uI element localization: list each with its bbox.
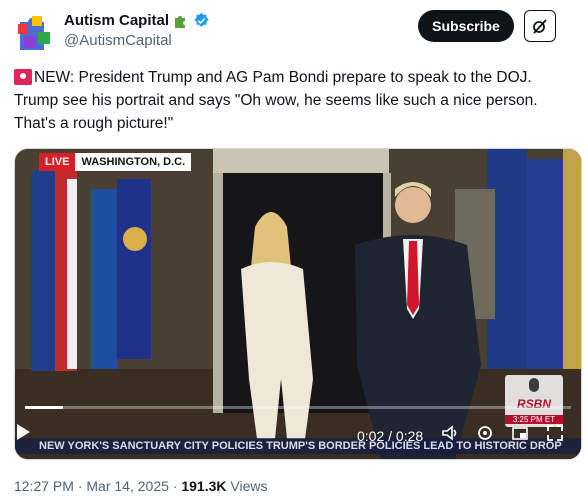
live-label: LIVE [39, 153, 76, 171]
tweet-text-line2: Trump see his portrait and says "Oh wow,… [14, 92, 538, 109]
play-icon[interactable] [15, 423, 31, 441]
tweet-meta: 12:27 PM · Mar 14, 2025 · 191.3K Views [14, 478, 267, 494]
tweet-time[interactable]: 12:27 PM [14, 478, 74, 494]
microphone-icon [529, 378, 539, 392]
puzzle-piece-green-icon [175, 15, 186, 28]
views-label: Views [230, 478, 268, 494]
video-progress-fill [25, 406, 64, 409]
live-badge: LIVE WASHINGTON, D.C. [39, 153, 192, 171]
avatar[interactable] [14, 12, 54, 52]
video-time: 0:02 / 0:28 [357, 428, 424, 444]
fullscreen-icon[interactable] [545, 423, 565, 443]
video-player[interactable]: LIVE WASHINGTON, D.C. RSBN 3:25 PM ET NE… [14, 148, 582, 460]
separator-dot: · [77, 478, 83, 494]
tweet-text: NEW: President Trump and AG Pam Bondi pr… [14, 66, 580, 135]
tweet-date[interactable]: Mar 14, 2025 [86, 478, 169, 494]
grok-icon[interactable] [524, 10, 556, 42]
tweet-text-line1: NEW: President Trump and AG Pam Bondi pr… [34, 69, 532, 86]
location-label: WASHINGTON, D.C. [75, 153, 192, 171]
picture-in-picture-icon[interactable] [510, 423, 530, 443]
tweet-header: Autism Capital @AutismCapital Subscribe [14, 10, 574, 52]
author-name[interactable]: Autism Capital [64, 12, 169, 29]
video-controls: 0:02 / 0:28 [15, 423, 581, 453]
author-name-row: Autism Capital [64, 12, 210, 29]
verified-badge-icon [194, 12, 209, 27]
author-handle[interactable]: @AutismCapital [64, 32, 172, 49]
volume-icon[interactable] [440, 423, 460, 443]
video-progress-bar[interactable] [25, 406, 571, 409]
tweet-text-line3: That's a rough picture!" [14, 115, 174, 132]
settings-gear-icon[interactable] [475, 423, 495, 443]
siren-emoji-icon [14, 69, 32, 85]
views-count: 191.3K [181, 478, 227, 494]
subscribe-button[interactable]: Subscribe [418, 10, 514, 42]
video-frame [15, 149, 581, 459]
rsbn-watermark: RSBN 3:25 PM ET [505, 375, 563, 427]
separator-dot: · [172, 478, 178, 494]
